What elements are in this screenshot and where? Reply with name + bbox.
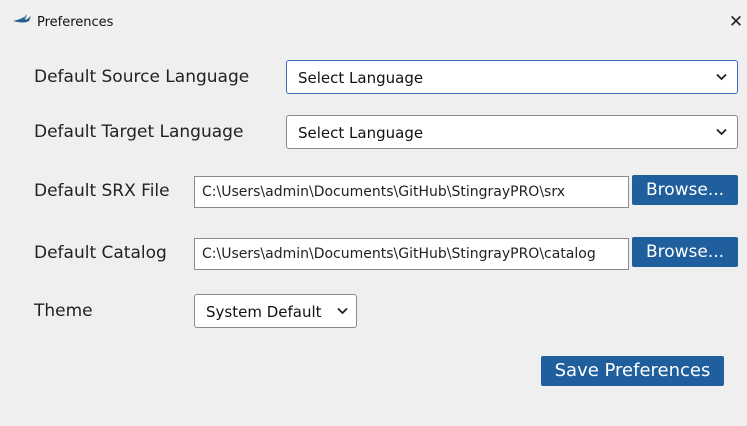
source-language-label: Default Source Language xyxy=(34,67,250,87)
srx-file-label: Default SRX File xyxy=(34,181,170,201)
theme-value: System Default xyxy=(206,303,322,321)
save-preferences-button[interactable]: Save Preferences xyxy=(541,356,724,386)
title-bar: Preferences ✕ xyxy=(0,0,747,44)
srx-browse-button[interactable]: Browse... xyxy=(632,175,738,205)
target-language-value: Select Language xyxy=(298,124,424,142)
srx-file-input[interactable]: C:\Users\admin\Documents\GitHub\Stingray… xyxy=(194,176,629,208)
bird-icon xyxy=(13,14,31,23)
preferences-window: Preferences ✕ Default Source Language Se… xyxy=(0,0,747,426)
catalog-browse-button[interactable]: Browse... xyxy=(632,237,738,267)
theme-label: Theme xyxy=(34,301,93,321)
window-title: Preferences xyxy=(37,15,114,30)
target-language-select[interactable]: Select Language xyxy=(286,115,738,149)
chevron-down-icon xyxy=(337,307,348,315)
close-button[interactable]: ✕ xyxy=(725,8,747,36)
chevron-down-icon xyxy=(716,128,727,136)
catalog-input[interactable]: C:\Users\admin\Documents\GitHub\Stingray… xyxy=(194,238,629,270)
target-language-label: Default Target Language xyxy=(34,122,244,142)
chevron-down-icon xyxy=(716,73,727,81)
source-language-select[interactable]: Select Language xyxy=(286,60,738,94)
source-language-value: Select Language xyxy=(298,69,424,87)
catalog-label: Default Catalog xyxy=(34,243,167,263)
theme-select[interactable]: System Default xyxy=(194,294,357,328)
